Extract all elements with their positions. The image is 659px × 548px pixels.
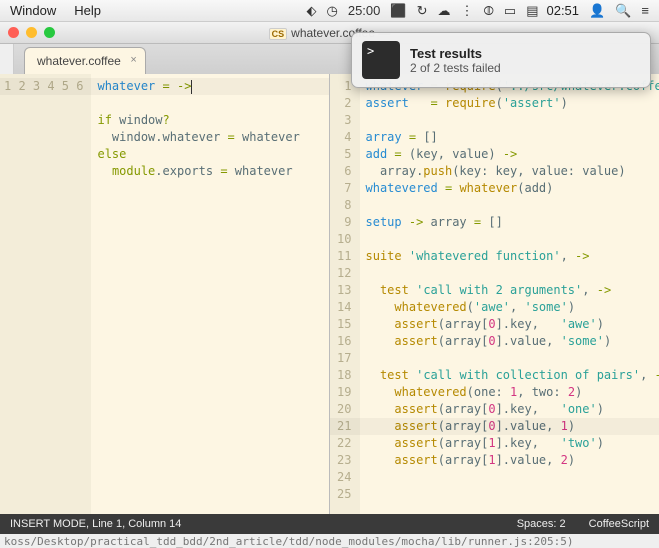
editor-split: 1 2 3 4 5 6 whatever = -> if window? win… bbox=[0, 74, 659, 514]
notification-test-results[interactable]: Test results 2 of 2 tests failed bbox=[351, 32, 651, 88]
code-left[interactable]: whatever = -> if window? window.whatever… bbox=[91, 74, 328, 514]
wifi-icon[interactable]: ⦷ bbox=[483, 3, 493, 19]
statusbar-language[interactable]: CoffeeScript bbox=[589, 518, 649, 530]
menubar: Window Help ⬖ ◷ 25:00 ⬛ ↻ ☁ ⋮ ⦷ ▭ ▤ 02:5… bbox=[0, 0, 659, 22]
line-numbers-right: 1 2 3 4 5 6 7 8 9 10 11 12 13 14 15 16 1… bbox=[330, 74, 360, 514]
search-icon[interactable]: 🔍 bbox=[615, 3, 631, 19]
timer-icon[interactable]: ◷ bbox=[327, 3, 338, 19]
menu-help[interactable]: Help bbox=[74, 3, 101, 18]
menu-window[interactable]: Window bbox=[10, 3, 56, 18]
user-icon[interactable]: 👤 bbox=[589, 3, 605, 19]
editor-pane-left[interactable]: 1 2 3 4 5 6 whatever = -> if window? win… bbox=[0, 74, 330, 514]
battery-icon[interactable]: ▭ bbox=[504, 3, 516, 19]
editor-pane-right[interactable]: 1 2 3 4 5 6 7 8 9 10 11 12 13 14 15 16 1… bbox=[330, 74, 659, 514]
notification-title: Test results bbox=[410, 46, 501, 61]
dropbox-icon[interactable]: ⬖ bbox=[307, 3, 317, 19]
tab-label: whatever.coffee bbox=[37, 54, 121, 68]
file-type-badge: CS bbox=[269, 28, 288, 40]
sync-icon[interactable]: ↻ bbox=[417, 3, 428, 19]
left-window-edge bbox=[0, 44, 14, 74]
line-numbers-left: 1 2 3 4 5 6 bbox=[0, 74, 91, 514]
bookmark-icon[interactable]: ⬛ bbox=[390, 3, 406, 19]
statusbar-spaces[interactable]: Spaces: 2 bbox=[517, 518, 566, 530]
terminal-icon bbox=[362, 41, 400, 79]
tab-close-icon[interactable]: × bbox=[130, 54, 136, 66]
flag-icon[interactable]: ▤ bbox=[526, 3, 538, 19]
clock[interactable]: 02:51 bbox=[546, 3, 579, 18]
statusbar: INSERT MODE, Line 1, Column 14 Spaces: 2… bbox=[0, 514, 659, 534]
cloud-icon[interactable]: ☁ bbox=[437, 3, 450, 19]
notification-subtitle: 2 of 2 tests failed bbox=[410, 61, 501, 75]
background-terminal-bottom: koss/Desktop/practical_tdd_bdd/2nd_artic… bbox=[0, 534, 659, 548]
divider-icon: ⋮ bbox=[460, 3, 473, 19]
timer-text: 25:00 bbox=[348, 3, 381, 18]
code-right[interactable]: whatever = require('../src/whatever.coff… bbox=[360, 74, 659, 514]
statusbar-mode: INSERT MODE, Line 1, Column 14 bbox=[10, 518, 497, 530]
notifications-icon[interactable]: ≡ bbox=[641, 3, 649, 18]
tab-active[interactable]: whatever.coffee × bbox=[24, 47, 146, 74]
